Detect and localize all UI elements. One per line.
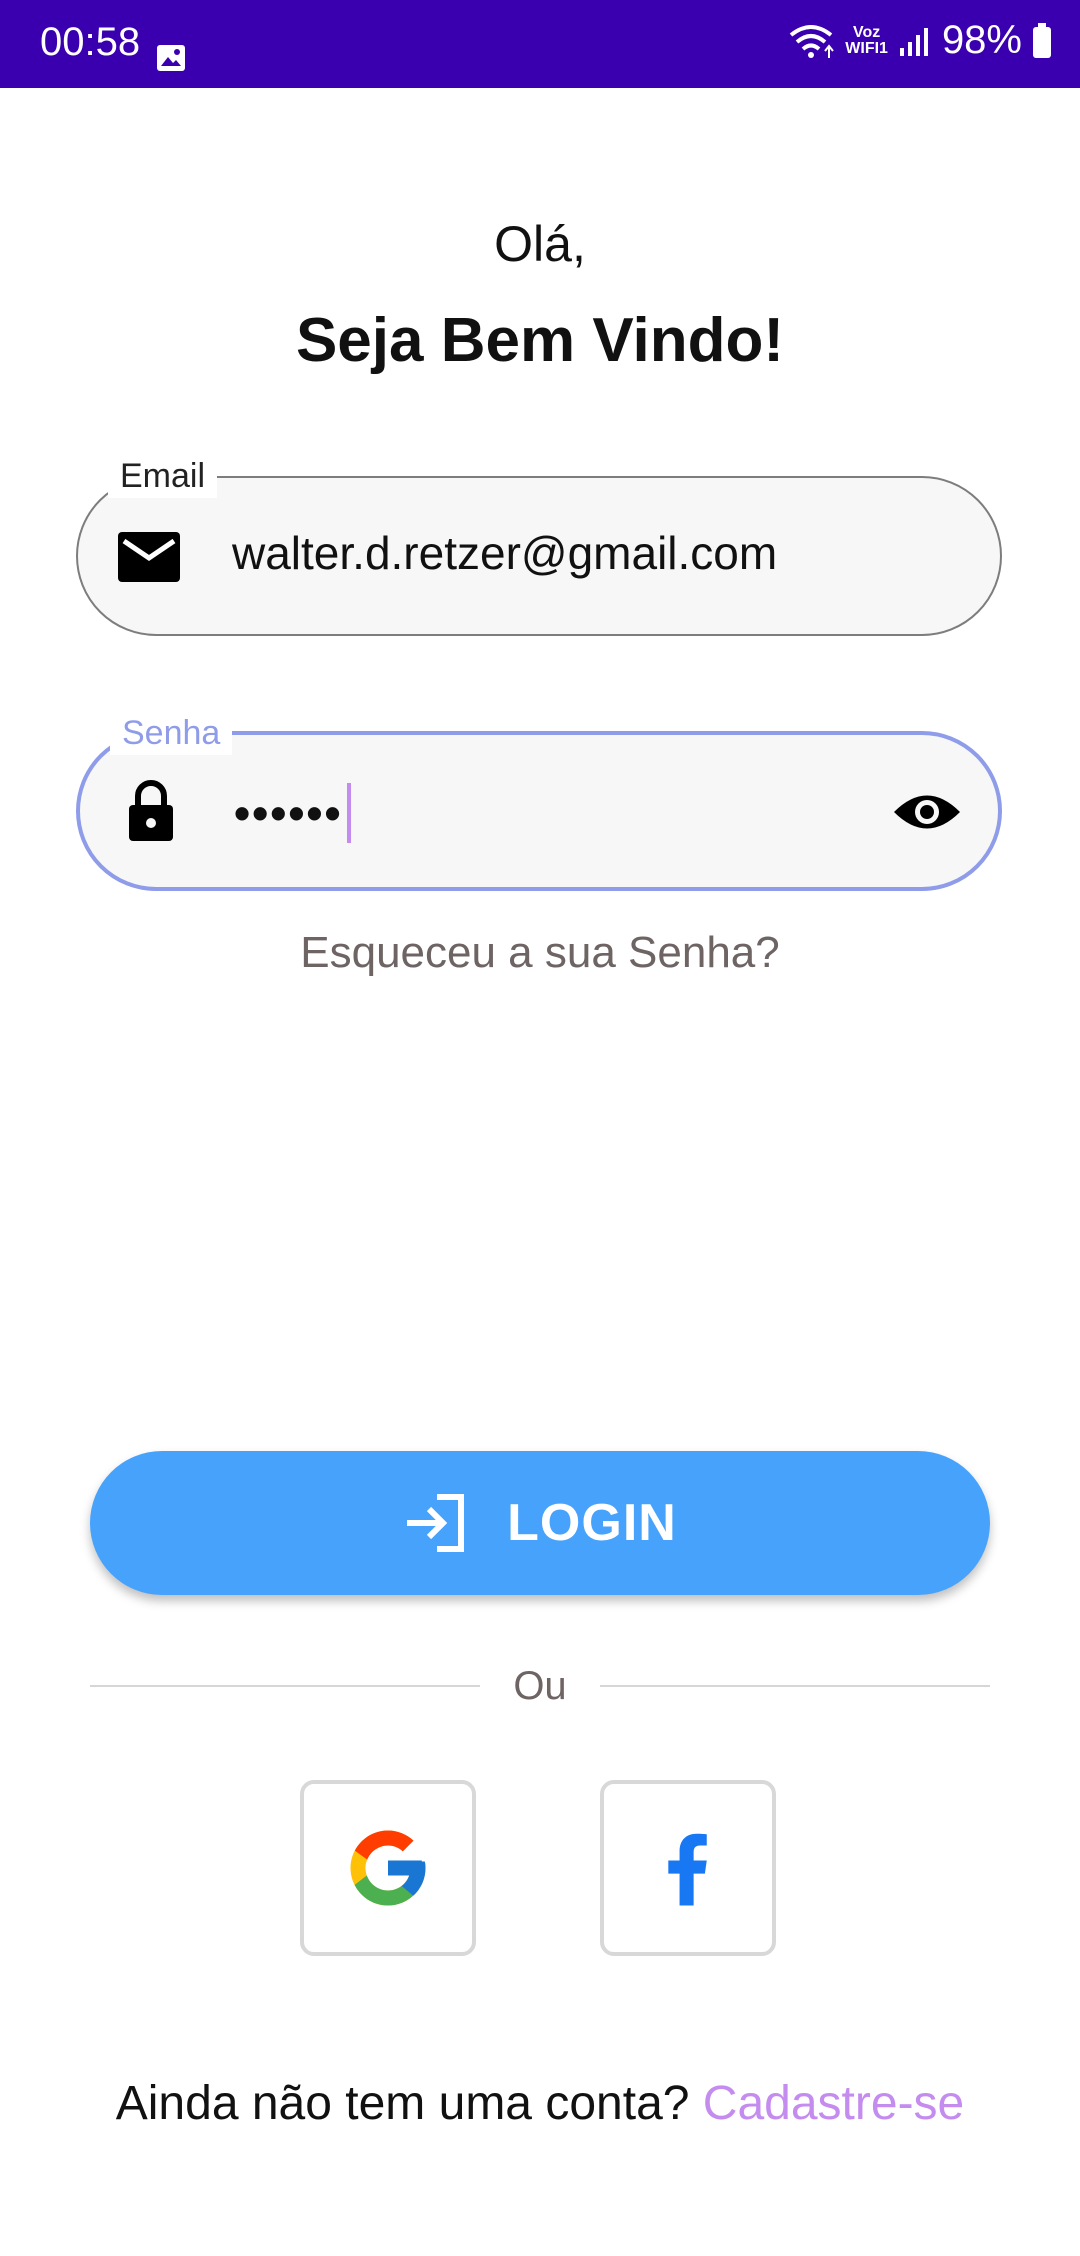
password-value: •••••• (234, 787, 343, 839)
email-field[interactable]: Email walter.d.retzer@gmail.com (76, 454, 1002, 636)
email-value: walter.d.retzer@gmail.com (232, 527, 778, 579)
login-label: LOGIN (507, 1494, 677, 1552)
divider-text: Ou (513, 1664, 567, 1708)
battery-icon (1033, 22, 1051, 58)
email-label: Email (108, 454, 218, 498)
google-icon (350, 1830, 426, 1906)
signal-icon (899, 27, 928, 56)
image-notification-icon (157, 45, 185, 71)
password-label: Senha (110, 711, 233, 755)
battery-level: 98% (941, 18, 1022, 62)
wifi-icon (790, 24, 835, 58)
password-input-area: •••••• (234, 783, 351, 843)
facebook-login-button[interactable] (600, 1780, 776, 1956)
status-time: 00:58 (40, 20, 141, 64)
forgot-password-link[interactable]: Esqueceu a sua Senha? (0, 928, 1080, 978)
status-bar: 00:58 Voz WIFI1 98% (0, 0, 1080, 88)
lock-icon (129, 780, 173, 841)
google-login-button[interactable] (300, 1780, 476, 1956)
mail-icon (118, 532, 180, 582)
divider-left (90, 1685, 480, 1687)
login-button[interactable]: LOGIN (90, 1451, 990, 1595)
status-icons: Voz WIFI1 98% (787, 18, 1052, 63)
divider-right (600, 1685, 990, 1687)
login-icon (407, 1494, 465, 1552)
greeting-hello: Olá, (494, 216, 586, 272)
signup-prompt: Ainda não tem uma conta? (115, 2077, 690, 2130)
facebook-icon (668, 1833, 707, 1906)
text-cursor (346, 783, 351, 843)
signup-link[interactable]: Cadastre-se (703, 2077, 964, 2130)
password-field[interactable]: Senha •••••• (76, 711, 1002, 891)
eye-icon[interactable] (892, 787, 962, 837)
network-label: Voz WIFI1 (845, 23, 888, 57)
signup-row: Ainda não tem uma conta? Cadastre-se (0, 2076, 1080, 2131)
greeting-welcome: Seja Bem Vindo! (295, 306, 785, 375)
